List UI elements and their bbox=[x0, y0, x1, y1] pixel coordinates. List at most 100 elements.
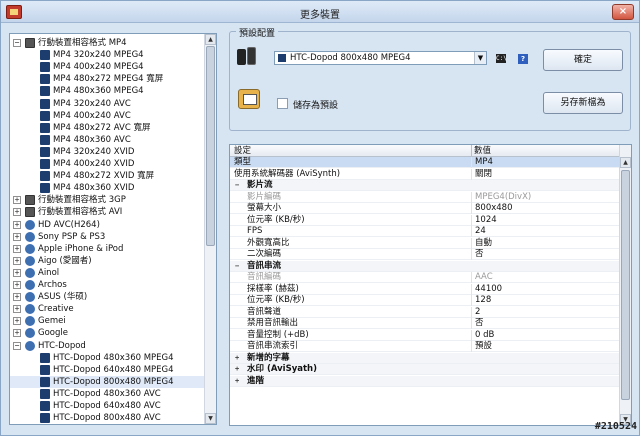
collapse-icon[interactable]: − bbox=[13, 39, 21, 47]
column-header-setting[interactable]: 設定 bbox=[234, 145, 251, 157]
property-value[interactable]: 關閉 bbox=[475, 169, 492, 180]
property-row[interactable]: 位元率 (KB/秒) 1024 bbox=[230, 214, 620, 226]
grid-scrollbar[interactable]: ▲ ▼ bbox=[619, 145, 631, 425]
tree-item[interactable]: + HD AVC(H264) bbox=[10, 219, 204, 231]
property-row[interactable]: 使用系統解碼器 (AviSynth) 關閉 bbox=[230, 168, 620, 180]
tree-item[interactable]: HTC-Dopod 640x480 MPEG4 bbox=[10, 364, 204, 376]
title-bar[interactable]: 更多裝置 × bbox=[1, 1, 639, 23]
property-category[interactable]: − 影片流 bbox=[230, 180, 620, 191]
expand-icon[interactable]: + bbox=[13, 208, 21, 217]
property-row[interactable]: 影片編碼 MPEG4(DivX) bbox=[230, 191, 620, 203]
collapse-icon[interactable]: − bbox=[235, 262, 242, 270]
property-value[interactable]: 128 bbox=[475, 295, 491, 306]
tree-item[interactable]: + Archos bbox=[10, 279, 204, 291]
property-row[interactable]: 音量控制 (+dB) 0 dB bbox=[230, 329, 620, 341]
expand-icon[interactable]: + bbox=[13, 329, 21, 338]
property-category[interactable]: + 進階 bbox=[230, 375, 620, 387]
scroll-up-icon[interactable]: ▲ bbox=[205, 34, 216, 45]
scroll-up-icon[interactable]: ▲ bbox=[620, 157, 631, 168]
property-value[interactable]: MPEG4(DivX) bbox=[475, 192, 531, 203]
tree-item[interactable]: MP4 480x272 MPEG4 寬屏 bbox=[10, 73, 204, 85]
expand-icon[interactable]: + bbox=[13, 256, 21, 265]
expand-icon[interactable]: + bbox=[13, 220, 21, 229]
tree-item[interactable]: MP4 480x360 MPEG4 bbox=[10, 85, 204, 97]
tree-item[interactable]: + Ainol bbox=[10, 267, 204, 279]
property-row[interactable]: 音訊串流索引 預設 bbox=[230, 341, 620, 352]
tree-item[interactable]: MP4 320x240 AVC bbox=[10, 98, 204, 110]
scroll-thumb[interactable] bbox=[206, 46, 215, 246]
property-row[interactable]: FPS 24 bbox=[230, 226, 620, 237]
tree-item[interactable]: MP4 400x240 MPEG4 bbox=[10, 61, 204, 73]
property-row[interactable]: 外觀寬高比 自動 bbox=[230, 237, 620, 249]
expand-icon[interactable]: + bbox=[235, 366, 242, 373]
property-row[interactable]: 位元率 (KB/秒) 128 bbox=[230, 295, 620, 306]
property-row[interactable]: 類型 MP4 bbox=[230, 157, 620, 168]
collapse-icon[interactable]: − bbox=[235, 182, 242, 189]
property-value[interactable]: AAC bbox=[475, 272, 493, 283]
tree-item[interactable]: + Apple iPhone & iPod bbox=[10, 243, 204, 255]
property-category[interactable]: + 水印 (AviSyath) bbox=[230, 364, 620, 375]
expand-icon[interactable]: + bbox=[13, 196, 21, 205]
save-as-button[interactable]: 另存新檔為 bbox=[543, 92, 623, 114]
tree-item[interactable]: + Gemei bbox=[10, 315, 204, 327]
tree-item[interactable]: + Google bbox=[10, 327, 204, 339]
tree-item[interactable]: MP4 320x240 XVID bbox=[10, 146, 204, 158]
property-value[interactable]: MP4 bbox=[475, 157, 493, 168]
tree-item[interactable]: HTC-Dopod 800x480 MPEG4 bbox=[10, 375, 204, 388]
tree-item[interactable]: MP4 320x240 MPEG4 bbox=[10, 49, 204, 61]
tree-item[interactable]: + ASUS (华硕) bbox=[10, 291, 204, 303]
tree-item[interactable]: − 行動裝置相容格式 MP4 bbox=[10, 37, 204, 49]
collapse-icon[interactable]: − bbox=[13, 341, 21, 350]
help-icon[interactable]: ? bbox=[518, 54, 528, 64]
property-row[interactable]: 二次編碼 否 bbox=[230, 249, 620, 260]
tree-item[interactable]: + Creative bbox=[10, 303, 204, 315]
preset-select[interactable]: HTC-Dopod 800x480 MPEG4 ▼ bbox=[274, 51, 487, 65]
tree-item[interactable]: MP4 480x360 AVC bbox=[10, 134, 204, 146]
tree-item[interactable]: − HTC-Dopod bbox=[10, 340, 204, 352]
tree-item[interactable]: + Sony PSP & PS3 bbox=[10, 231, 204, 243]
expand-icon[interactable]: + bbox=[13, 281, 21, 289]
tree-item[interactable]: HTC-Dopod 640x480 AVC bbox=[10, 400, 204, 412]
ok-button[interactable]: 確定 bbox=[543, 49, 623, 71]
device-tree[interactable]: − 行動裝置相容格式 MP4 MP4 320x240 MPEG4 MP4 400x24… bbox=[9, 33, 217, 425]
property-value[interactable]: 否 bbox=[475, 249, 484, 260]
tree-item[interactable]: MP4 480x272 AVC 寬屏 bbox=[10, 122, 204, 134]
property-value[interactable]: 44100 bbox=[475, 284, 502, 295]
property-row[interactable]: 禁用音訊輸出 否 bbox=[230, 318, 620, 329]
tree-scrollbar[interactable]: ▲ ▼ bbox=[204, 34, 216, 424]
tree-item[interactable]: MP4 480x272 XVID 寬屏 bbox=[10, 170, 204, 182]
expand-icon[interactable]: + bbox=[235, 354, 242, 362]
property-row[interactable]: 音訊聲道 2 bbox=[230, 306, 620, 318]
expand-icon[interactable]: + bbox=[13, 293, 21, 302]
save-as-default-label[interactable]: 儲存為預設 bbox=[293, 98, 338, 111]
tree-item[interactable]: + 行動裝置相容格式 3GP bbox=[10, 194, 204, 206]
expand-icon[interactable]: + bbox=[235, 377, 242, 385]
tree-item[interactable]: HTC-Dopod 480x360 MPEG4 bbox=[10, 352, 204, 364]
property-value[interactable]: 否 bbox=[475, 318, 484, 329]
save-as-default-checkbox[interactable] bbox=[277, 98, 288, 109]
chevron-down-icon[interactable]: ▼ bbox=[474, 52, 486, 64]
property-value[interactable]: 24 bbox=[475, 226, 486, 237]
command-line-icon[interactable]: C:\ bbox=[496, 54, 507, 63]
column-header-value[interactable]: 數值 bbox=[474, 145, 491, 157]
expand-icon[interactable]: + bbox=[13, 268, 21, 277]
property-value[interactable]: 自動 bbox=[475, 238, 492, 249]
property-value[interactable]: 1024 bbox=[475, 215, 497, 226]
property-row[interactable]: 螢幕大小 800x480 bbox=[230, 203, 620, 214]
tree-item[interactable]: MP4 480x360 XVID bbox=[10, 182, 204, 194]
property-category[interactable]: − 音訊串流 bbox=[230, 260, 620, 272]
expand-icon[interactable]: + bbox=[13, 232, 21, 241]
property-value[interactable]: 800x480 bbox=[475, 203, 512, 214]
settings-grid[interactable]: 設定 數值 類型 MP4 使用系統解碼器 (AviSynth) 關閉 − 影片流 影片編碼 M… bbox=[229, 144, 632, 426]
scroll-thumb[interactable] bbox=[621, 170, 630, 400]
tree-item[interactable]: MP4 400x240 AVC bbox=[10, 110, 204, 122]
property-value[interactable]: 預設 bbox=[475, 341, 492, 352]
expand-icon[interactable]: + bbox=[13, 244, 21, 253]
tree-item[interactable]: MP4 400x240 XVID bbox=[10, 158, 204, 170]
tree-item[interactable]: HTC-Dopod 480x360 AVC bbox=[10, 388, 204, 400]
expand-icon[interactable]: + bbox=[13, 305, 21, 314]
tree-item[interactable]: + 行動裝置相容格式 AVI bbox=[10, 206, 204, 218]
property-value[interactable]: 2 bbox=[475, 307, 480, 318]
property-row[interactable]: 音訊編碼 AAC bbox=[230, 272, 620, 283]
scroll-down-icon[interactable]: ▼ bbox=[205, 413, 216, 424]
